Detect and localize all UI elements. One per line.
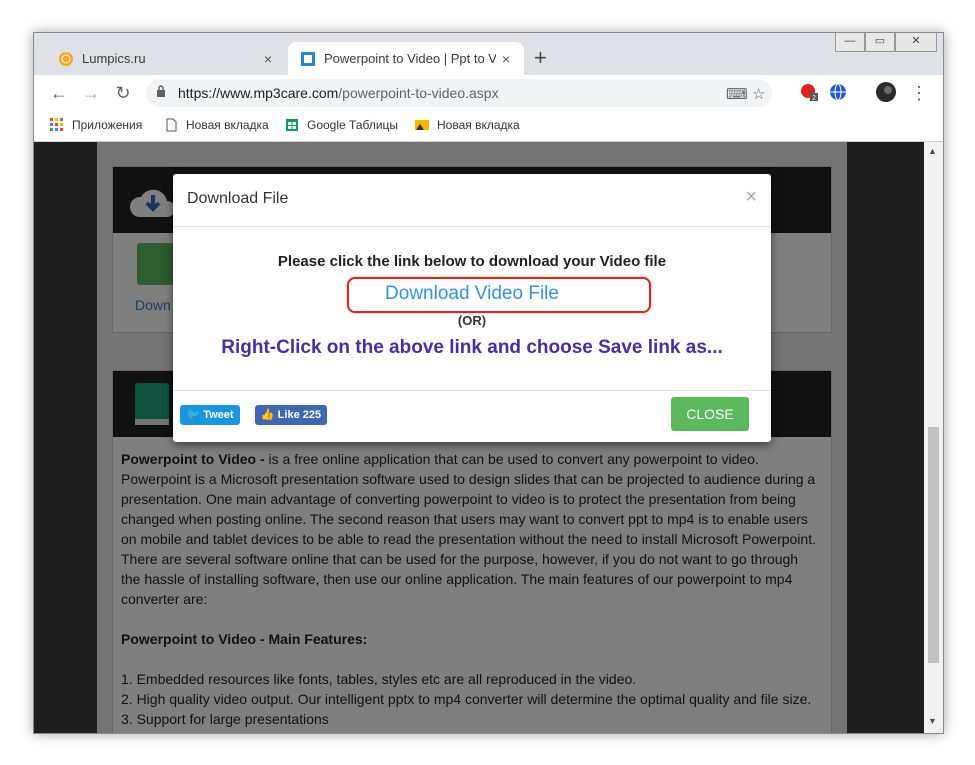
star-icon[interactable]: ☆ <box>752 85 765 103</box>
download-file-modal: Download File × Please click the link be… <box>173 174 771 442</box>
bookmark-label: Google Таблицы <box>307 118 399 132</box>
menu-dots-icon[interactable]: ⋮ <box>908 82 930 104</box>
page-viewport: Down Powerpoint to Video - is a free onl… <box>34 142 924 733</box>
scroll-down-arrow-icon[interactable]: ▼ <box>928 716 937 726</box>
scroll-up-arrow-icon[interactable]: ▲ <box>928 146 937 156</box>
twitter-bird-icon: 🐦 <box>186 409 201 421</box>
sheets-icon <box>286 119 298 131</box>
bookmark-label: Новая вкладка <box>437 118 520 132</box>
tab-powerpoint-to-video[interactable]: Powerpoint to Video | Ppt to Vide × <box>288 42 524 75</box>
close-button[interactable]: CLOSE <box>671 397 749 431</box>
apps-grid-icon <box>50 118 63 131</box>
window-controls: — ▭ ✕ <box>835 33 937 52</box>
modal-footer: 🐦 Tweet 👍 Like 225 CLOSE <box>173 390 771 443</box>
modal-title: Download File <box>187 190 289 207</box>
tab-close-icon[interactable]: × <box>258 51 278 67</box>
browser-toolbar: ← → ↻ https://www.mp3care.com/powerpoint… <box>34 75 943 111</box>
tab-title: Powerpoint to Video | Ppt to Vide <box>324 51 496 66</box>
download-instruction: Please click the link below to download … <box>277 253 667 270</box>
close-window-button[interactable]: ✕ <box>895 33 937 52</box>
reload-icon[interactable]: ↻ <box>112 82 134 104</box>
maximize-button[interactable]: ▭ <box>865 33 895 52</box>
bookmark-label: Новая вкладка <box>186 118 269 132</box>
opera-extension-icon[interactable]: 2 <box>800 83 818 101</box>
page-icon <box>166 118 177 132</box>
modal-header: Download File × <box>173 174 771 227</box>
modal-close-icon[interactable]: × <box>745 186 757 209</box>
url-text: https://www.mp3care.com/powerpoint-to-vi… <box>178 85 499 101</box>
vertical-scrollbar[interactable]: ▲ ▼ <box>924 142 943 733</box>
url-path: /powerpoint-to-video.aspx <box>338 85 499 101</box>
tweet-label: Tweet <box>203 409 234 421</box>
bookmark-label: Приложения <box>72 118 143 132</box>
right-click-hint: Right-Click on the above link and choose… <box>221 337 723 358</box>
lock-icon <box>157 85 165 97</box>
extension-badge: 2 <box>812 95 816 101</box>
thumbs-up-icon: 👍 <box>260 409 275 421</box>
mp3care-favicon-icon <box>301 51 315 66</box>
back-arrow-icon[interactable]: ← <box>48 82 70 104</box>
image-icon <box>415 120 429 130</box>
tab-lumpics[interactable]: Lumpics.ru × <box>46 42 286 75</box>
lumpics-favicon-icon <box>59 51 73 66</box>
profile-avatar[interactable] <box>876 82 896 102</box>
bookmark-new-tab-2[interactable]: Новая вкладка <box>415 118 520 132</box>
or-text: (OR) <box>457 313 487 328</box>
address-bar[interactable]: https://www.mp3care.com/powerpoint-to-vi… <box>146 79 772 107</box>
new-tab-button[interactable]: + <box>534 47 547 69</box>
globe-extension-icon[interactable] <box>829 83 847 101</box>
tweet-button[interactable]: 🐦 Tweet <box>180 405 240 425</box>
bookmarks-bar: Приложения Новая вкладка Google Таблицы … <box>34 111 943 142</box>
minimize-button[interactable]: — <box>835 33 865 52</box>
like-label: Like 225 <box>277 409 322 421</box>
bookmark-google-sheets[interactable]: Google Таблицы <box>285 118 398 132</box>
scrollbar-thumb[interactable] <box>928 427 939 663</box>
tab-title: Lumpics.ru <box>82 51 146 66</box>
tab-strip: Lumpics.ru × Powerpoint to Video | Ppt t… <box>34 33 943 75</box>
modal-body: Please click the link below to download … <box>173 227 771 390</box>
bookmark-new-tab-1[interactable]: Новая вкладка <box>164 118 269 132</box>
forward-arrow-icon[interactable]: → <box>80 82 102 104</box>
tab-close-icon[interactable]: × <box>496 51 516 67</box>
bookmark-apps[interactable]: Приложения <box>50 118 142 132</box>
url-host: https://www.mp3care.com <box>178 85 339 101</box>
translate-icon[interactable]: ⌨ <box>726 85 748 103</box>
download-video-link[interactable]: Download Video File <box>173 283 771 305</box>
browser-window: Lumpics.ru × Powerpoint to Video | Ppt t… <box>33 32 944 734</box>
facebook-like-button[interactable]: 👍 Like 225 <box>255 405 327 425</box>
